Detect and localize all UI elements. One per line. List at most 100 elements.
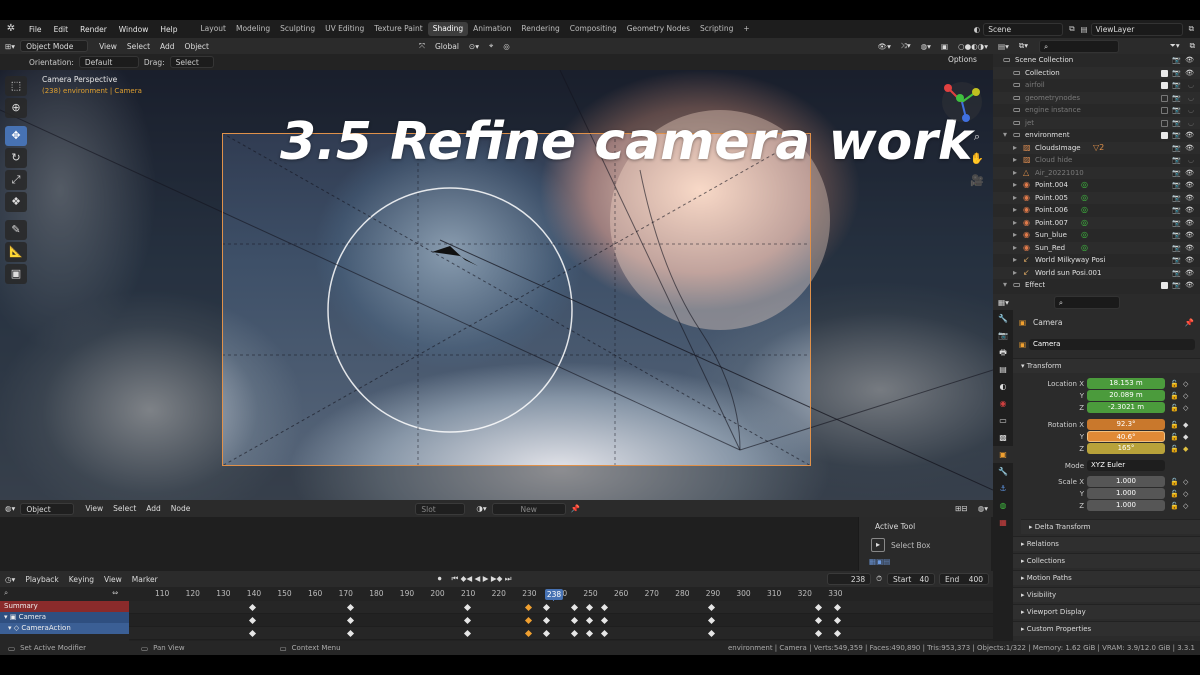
preview-range-icon[interactable]: ⏱	[871, 574, 887, 584]
tab-layout[interactable]: Layout	[195, 22, 231, 36]
outliner-row[interactable]: ▭ jet ◡ 📷	[993, 116, 1200, 130]
keyframe-icon[interactable]: ◆	[1183, 419, 1188, 431]
outliner-row[interactable]: ▸ ▨ CloudsImage ▽2 👁 📷	[993, 141, 1200, 155]
pin-icon[interactable]: 📌	[1185, 317, 1194, 329]
keyframe-icon[interactable]: ◇	[1183, 390, 1188, 402]
expand-arrow-icon[interactable]: ▸	[1013, 217, 1017, 230]
editor-type-icon[interactable]: ⊞▾	[0, 42, 20, 51]
outliner-row[interactable]: ▭ Scene Collection 👁 📷	[993, 54, 1200, 67]
visibility-eye-icon[interactable]: 👁	[1185, 192, 1194, 205]
lock-icon[interactable]: 🔓	[1170, 476, 1179, 488]
menu-view[interactable]: View	[99, 575, 127, 584]
menu-playback[interactable]: Playback	[20, 575, 63, 584]
outliner-search[interactable]: ⌕	[1038, 39, 1119, 53]
scene-icon[interactable]: ◐	[974, 25, 981, 34]
light-data-icon[interactable]: ◎	[1081, 217, 1088, 230]
end-frame-field[interactable]: End 400	[939, 573, 989, 585]
tab-uv-editing[interactable]: UV Editing	[320, 22, 369, 36]
outliner-item-label[interactable]: Point.005	[1035, 192, 1068, 205]
current-frame-field[interactable]: 238	[827, 573, 872, 585]
visibility-eye-icon[interactable]: 👁	[1185, 67, 1194, 80]
channel-camera[interactable]: ▾ ▣ Camera	[0, 612, 129, 623]
viewport-display-panel-header[interactable]: ▸ Viewport Display	[1013, 604, 1200, 619]
render-camera-icon[interactable]: 📷	[1172, 117, 1181, 130]
select-box-icon[interactable]: ⬚	[5, 76, 27, 96]
scale-x-field[interactable]: 1.000	[1087, 476, 1165, 487]
visibility-eye-icon[interactable]: 👁	[1185, 167, 1194, 180]
playback-controls[interactable]: ⏮ ◆◀ ◀ ▶ ▶◆ ⏭	[446, 574, 516, 584]
render-camera-icon[interactable]: 📷	[1172, 54, 1181, 67]
lock-icon[interactable]: 🔓	[1170, 390, 1179, 402]
render-camera-icon[interactable]: 📷	[1172, 179, 1181, 192]
mode-selector[interactable]: Object Mode	[20, 40, 89, 52]
keyframe-icon[interactable]: ◇	[1183, 378, 1188, 390]
timeline-ruler[interactable]: ⌕ ⇔ 110 120 130 140 150 160 170 180 190 200 210 220…	[0, 587, 993, 601]
record-icon[interactable]: ⏺	[433, 574, 447, 584]
overlay-icon[interactable]: ◍▾	[973, 504, 993, 513]
menu-marker[interactable]: Marker	[127, 575, 163, 584]
select-mode-icons[interactable]: ▦▣▤	[869, 557, 890, 566]
lock-icon[interactable]: 🔓	[1170, 488, 1179, 500]
light-data-icon[interactable]: ◎	[1081, 204, 1088, 217]
custom-properties-panel-header[interactable]: ▸ Custom Properties	[1013, 621, 1200, 636]
navigation-gizmo[interactable]	[940, 80, 984, 124]
outliner-row[interactable]: ▸ ◉ Point.007 ◎ 👁 📷	[993, 216, 1200, 230]
move-icon[interactable]: ✥	[5, 126, 27, 146]
lock-icon[interactable]: 🔓	[1170, 419, 1179, 431]
rotation-mode-selector[interactable]: XYZ Euler	[1087, 460, 1165, 471]
editor-type-icon[interactable]: ◍▾	[0, 504, 20, 513]
visibility-eye-icon[interactable]: ◡	[1188, 154, 1194, 167]
outliner-item-label[interactable]: Sun_Red	[1035, 242, 1065, 255]
menu-render[interactable]: Render	[74, 25, 113, 34]
options-dropdown[interactable]: Options	[948, 55, 977, 64]
scene-selector[interactable]: Scene	[983, 22, 1064, 36]
3d-viewport[interactable]: Camera Perspective (238) environment | C…	[0, 70, 993, 500]
outliner-item-label[interactable]: Point.007	[1035, 217, 1068, 230]
shader-node-canvas[interactable]	[0, 517, 993, 571]
keyframe-icon[interactable]: ◇	[1183, 488, 1188, 500]
outliner-row[interactable]: ▾ ▭ environment 👁 📷	[993, 129, 1200, 142]
visibility-eye-icon[interactable]: 👁	[1185, 254, 1194, 267]
tab-scripting[interactable]: Scripting	[695, 22, 738, 36]
gizmo-icon[interactable]: ⤨▾	[896, 41, 916, 51]
outliner-item-label[interactable]: geometrynodes	[1025, 92, 1080, 105]
menu-view[interactable]: View	[94, 42, 122, 51]
scene-tab-icon[interactable]: ◐	[993, 378, 1013, 395]
menu-add[interactable]: Add	[155, 42, 180, 51]
location-z-field[interactable]: -2.3021 m	[1087, 402, 1165, 413]
object-tab-icon[interactable]: ▣	[993, 446, 1013, 463]
outliner-item-label[interactable]: CloudsImage	[1035, 142, 1081, 155]
lock-icon[interactable]: 🔓	[1170, 378, 1179, 390]
measure-icon[interactable]: 📐	[5, 242, 27, 262]
expand-arrow-icon[interactable]: ▸	[1013, 167, 1017, 180]
visibility-eye-icon[interactable]: 👁	[1185, 217, 1194, 230]
transform-panel-header[interactable]: ▾ Transform	[1013, 358, 1200, 373]
menu-file[interactable]: File	[23, 25, 48, 34]
visibility-eye-icon[interactable]: 👁	[1185, 267, 1194, 280]
menu-edit[interactable]: Edit	[48, 25, 75, 34]
outliner-item-label[interactable]: World Milkyway Posi	[1035, 254, 1105, 267]
render-camera-icon[interactable]: 📷	[1172, 104, 1181, 117]
expand-arrow-icon[interactable]: ▸	[1013, 229, 1017, 242]
outliner-row[interactable]: ▸ ◉ Sun_Red ◎ 👁 📷	[993, 241, 1200, 255]
render-camera-icon[interactable]: 📷	[1172, 267, 1181, 280]
camera-view-icon[interactable]: 🎥	[968, 172, 986, 190]
pin-icon[interactable]: 📌	[566, 504, 585, 513]
render-camera-icon[interactable]: 📷	[1172, 129, 1181, 142]
menu-select[interactable]: Select	[108, 504, 141, 513]
outliner-row[interactable]: ▸ ↙ World Milkyway Posi 👁 📷	[993, 254, 1200, 267]
tab-modeling[interactable]: Modeling	[231, 22, 275, 36]
outliner-item-label[interactable]: environment	[1025, 129, 1070, 142]
proportional-icon[interactable]: ◎	[498, 42, 515, 51]
menu-node[interactable]: Node	[166, 504, 196, 513]
channel-camera-action[interactable]: ▾ ◇ CameraAction	[0, 623, 129, 634]
playhead-frame[interactable]: 238	[545, 589, 563, 600]
start-frame-field[interactable]: Start 40	[887, 573, 935, 585]
snap-icon[interactable]: ⊞⊟	[950, 504, 973, 513]
constraint-tab-icon[interactable]: ⚓	[993, 480, 1013, 497]
collections-panel-header[interactable]: ▸ Collections	[1013, 553, 1200, 568]
outliner-row[interactable]: ▸ ↙ World sun Posi.001 👁 📷	[993, 266, 1200, 280]
outliner-item-label[interactable]: Effect	[1025, 279, 1045, 292]
view-layer-tab-icon[interactable]: ▤	[993, 361, 1013, 378]
viewlayer-icon[interactable]: ▤	[1081, 25, 1088, 34]
